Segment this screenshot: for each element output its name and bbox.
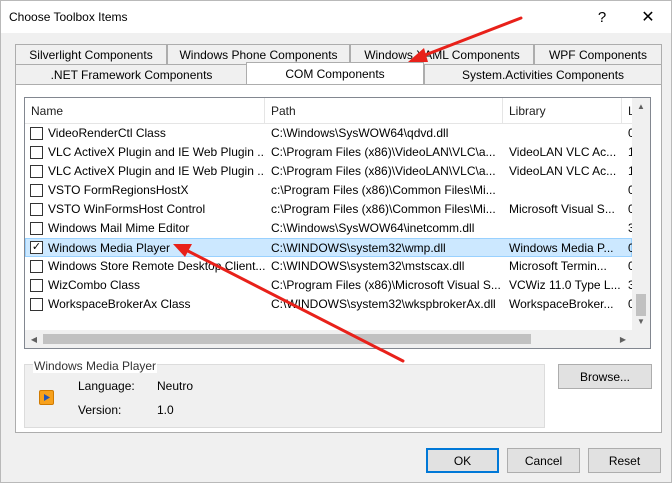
row-path: C:\WINDOWS\system32\wmp.dll [271,241,446,255]
row-library: VideoLAN VLC Ac... [509,164,617,178]
cancel-button[interactable]: Cancel [507,448,580,473]
row-checkbox[interactable] [30,184,43,197]
vertical-scrollbar[interactable]: ▲ ▼ [632,98,650,330]
tab-wpf-components[interactable]: WPF Components [534,44,662,64]
tab-net-framework-components[interactable]: .NET Framework Components [15,64,248,84]
row-path: C:\Windows\SysWOW64\inetcomm.dll [271,221,475,235]
list-item[interactable]: Windows Mail Mime Editor C:\Windows\SysW… [25,219,635,238]
row-library [509,124,623,143]
ok-button[interactable]: OK [426,448,499,473]
details-group-title: Windows Media Player [33,359,158,373]
scrollbar-corner [632,330,650,348]
row-path: C:\Windows\SysWOW64\qdvd.dll [271,126,449,140]
list-item[interactable]: WizCombo Class C:\Program Files (x86)\Mi… [25,276,635,295]
row-name: Windows Mail Mime Editor [48,221,190,235]
row-checkbox[interactable] [30,298,43,311]
components-list[interactable]: Name Path Library L VideoRenderCtl Class… [24,97,651,349]
row-path: C:\WINDOWS\system32\wkspbrokerAx.dll [271,297,496,311]
scroll-left-icon[interactable]: ◀ [25,330,43,348]
media-player-icon [39,390,54,405]
list-item[interactable]: VLC ActiveX Plugin and IE Web Plugin ...… [25,162,635,181]
row-checkbox[interactable] [30,260,43,273]
details-group [24,364,545,428]
row-name: VSTO FormRegionsHostX [48,183,189,197]
row-library: Microsoft Visual S... [509,202,615,216]
row-path: c:\Program Files (x86)\Common Files\Mi..… [271,202,496,216]
list-header: Name Path Library L [25,98,632,124]
reset-button[interactable]: Reset [588,448,661,473]
row-checkbox[interactable] [30,165,43,178]
row-checkbox[interactable] [30,127,43,140]
row-name: WizCombo Class [48,278,141,292]
list-item[interactable]: VLC ActiveX Plugin and IE Web Plugin ...… [25,143,635,162]
column-header-l[interactable]: L [622,98,632,124]
row-checkbox[interactable] [30,222,43,235]
row-name: WorkspaceBrokerAx Class [48,297,191,311]
help-button[interactable]: ? [579,1,625,33]
language-value: Neutro [157,379,194,393]
choose-toolbox-items-dialog: Choose Toolbox Items ? ✕ Silverlight Com… [0,0,672,483]
row-name: VSTO WinFormsHost Control [48,202,206,216]
list-item[interactable]: WorkspaceBrokerAx Class C:\WINDOWS\syste… [25,295,635,314]
tab-windows-phone-components[interactable]: Windows Phone Components [167,44,350,64]
row-library: Microsoft Termin... [509,259,607,273]
row-library [509,219,623,238]
row-path: C:\Program Files (x86)\VideoLAN\VLC\a... [271,164,496,178]
horizontal-scroll-thumb[interactable] [43,334,531,344]
row-path: C:\WINDOWS\system32\mstscax.dll [271,259,465,273]
row-library: Windows Media P... [509,241,614,255]
list-rows: VideoRenderCtl Class C:\Windows\SysWOW64… [25,124,635,314]
list-item[interactable]: VSTO WinFormsHost Control c:\Program Fil… [25,200,635,219]
window-title: Choose Toolbox Items [9,10,128,24]
tab-silverlight-components[interactable]: Silverlight Components [15,44,167,64]
row-library: VideoLAN VLC Ac... [509,145,617,159]
scroll-right-icon[interactable]: ▶ [614,330,632,348]
row-library: VCWiz 11.0 Type L... [509,278,621,292]
list-item[interactable]: VSTO FormRegionsHostX c:\Program Files (… [25,181,635,200]
row-checkbox[interactable] [30,203,43,216]
close-button[interactable]: ✕ [625,1,671,33]
tab-com-components[interactable]: COM Components [246,62,424,84]
column-header-library[interactable]: Library [503,98,622,124]
row-library [509,181,623,200]
scroll-down-icon[interactable]: ▼ [632,313,650,330]
row-name: Windows Store Remote Desktop Client... [48,259,265,273]
row-library: WorkspaceBroker... [509,297,614,311]
row-checkbox[interactable] [30,146,43,159]
column-header-name[interactable]: Name [25,98,265,124]
title-bar: Choose Toolbox Items ? ✕ [1,1,671,33]
row-name: Windows Media Player [48,241,171,255]
scroll-up-icon[interactable]: ▲ [632,98,650,115]
row-checkbox[interactable] [30,279,43,292]
row-path: C:\Program Files (x86)\VideoLAN\VLC\a... [271,145,496,159]
tab-system-activities-components[interactable]: System.Activities Components [424,64,662,84]
row-name: VLC ActiveX Plugin and IE Web Plugin ... [48,164,265,178]
list-item[interactable]: VideoRenderCtl Class C:\Windows\SysWOW64… [25,124,635,143]
row-path: c:\Program Files (x86)\Common Files\Mi..… [271,183,496,197]
browse-button[interactable]: Browse... [558,364,652,389]
column-header-path[interactable]: Path [265,98,503,124]
horizontal-scrollbar[interactable]: ◀ ▶ [25,330,632,348]
row-name: VLC ActiveX Plugin and IE Web Plugin ... [48,145,265,159]
list-item[interactable]: Windows Store Remote Desktop Client... C… [25,257,635,276]
tab-windows-xaml-components[interactable]: Windows XAML Components [350,44,534,64]
language-label: Language: [78,379,135,393]
row-name: VideoRenderCtl Class [48,126,166,140]
row-path: C:\Program Files (x86)\Microsoft Visual … [271,278,501,292]
version-value: 1.0 [157,403,174,417]
version-label: Version: [78,403,122,417]
row-checkbox-checked[interactable]: ✓ [30,241,43,254]
list-item-selected[interactable]: ✓ Windows Media Player C:\WINDOWS\system… [25,238,635,257]
